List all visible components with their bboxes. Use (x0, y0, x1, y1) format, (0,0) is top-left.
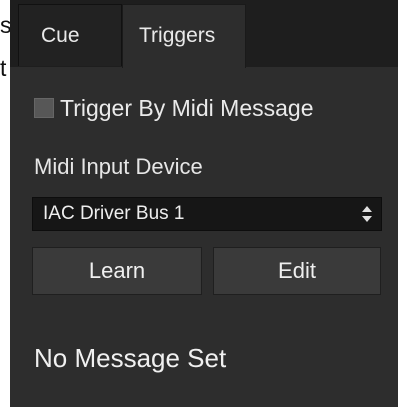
trigger-by-midi-checkbox[interactable] (34, 98, 54, 118)
learn-button[interactable]: Learn (32, 247, 202, 295)
triggers-panel: Cue Triggers Trigger By Midi Message Mid… (10, 0, 398, 407)
message-status: No Message Set (34, 343, 227, 373)
background-text-fragment: t (0, 55, 7, 81)
trigger-by-midi-label: Trigger By Midi Message (60, 94, 314, 121)
trigger-by-midi-row[interactable]: Trigger By Midi Message (34, 93, 314, 123)
tab-bar: Cue Triggers (10, 0, 398, 68)
midi-device-value: IAC Driver Bus 1 (43, 203, 185, 224)
midi-input-device-label: Midi Input Device (34, 154, 203, 179)
chevron-up-down-icon (362, 206, 372, 222)
midi-device-select[interactable]: IAC Driver Bus 1 (32, 197, 382, 231)
edit-button[interactable]: Edit (213, 247, 381, 295)
tab-cue[interactable]: Cue (18, 4, 122, 66)
tab-triggers[interactable]: Triggers (122, 4, 246, 68)
